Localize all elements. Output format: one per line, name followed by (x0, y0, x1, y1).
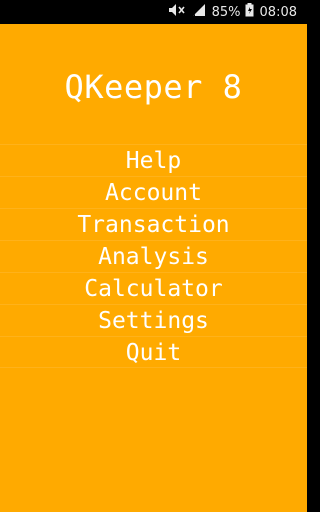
menu-item-transaction[interactable]: Transaction (0, 208, 307, 240)
menu-item-calculator[interactable]: Calculator (0, 272, 307, 304)
clock: 08:08 (259, 4, 297, 20)
signal-icon (192, 3, 206, 21)
menu-item-settings[interactable]: Settings (0, 304, 307, 336)
menu-item-analysis[interactable]: Analysis (0, 240, 307, 272)
status-bar-right: 85% 08:08 (168, 0, 301, 24)
menu-item-quit[interactable]: Quit (0, 336, 307, 368)
mute-icon (168, 3, 186, 21)
app-screen: QKeeper 8 Help Account Transaction Analy… (0, 24, 307, 512)
menu-item-account[interactable]: Account (0, 176, 307, 208)
status-bar: 85% 08:08 (0, 0, 307, 24)
main-menu: Help Account Transaction Analysis Calcul… (0, 144, 307, 368)
battery-percent: 85% (211, 4, 241, 20)
battery-icon (245, 3, 254, 21)
menu-item-help[interactable]: Help (0, 144, 307, 176)
app-title: QKeeper 8 (64, 68, 243, 106)
